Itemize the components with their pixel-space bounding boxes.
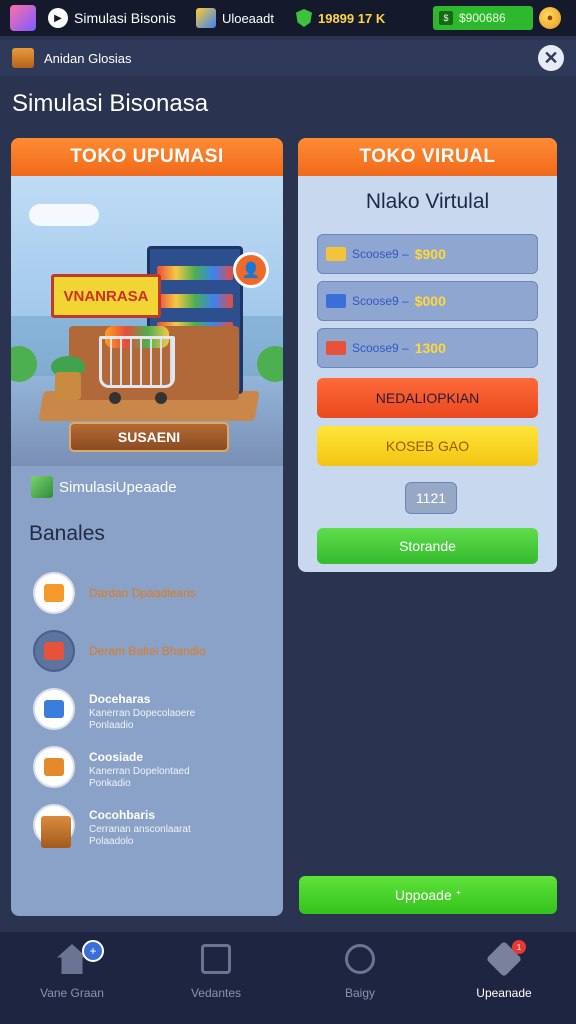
nav-item-home[interactable]: + Vane Graan (0, 932, 144, 1024)
upgrade-list: Dardan Dpaadlearis Deram Baltei Bhandio … (11, 564, 283, 854)
nav-item-upgrade[interactable]: 1 Upeanade (432, 932, 576, 1024)
page-title: Simulasi Bisonasa (12, 90, 209, 117)
item-title: Cocohbaris (89, 808, 156, 822)
coin-icon[interactable]: ● (539, 7, 561, 29)
item-icon (33, 572, 75, 614)
cash-icon: $ (439, 11, 453, 25)
price-row[interactable]: Scoose9 – $900 (317, 234, 538, 274)
nav-label: Upeanade (476, 986, 532, 1000)
item-icon (33, 746, 75, 788)
right-panel-header: TOKO VIRUAL (298, 138, 557, 176)
item-icon (33, 688, 75, 730)
clock-icon (345, 944, 375, 974)
bush-right (257, 346, 283, 382)
item-title: Deram Baltei Bhandio (89, 644, 206, 658)
price-value: $000 (414, 293, 446, 309)
list-item[interactable]: Deram Baltei Bhandio (11, 622, 283, 680)
item-title: Dardan Dpaadlearis (89, 586, 196, 600)
user-badge-icon[interactable]: 👤 (233, 252, 269, 288)
item-title: Doceharas (89, 692, 151, 706)
close-button[interactable]: ✕ (538, 45, 564, 71)
virtual-store-title: Nlako Virtulal (365, 190, 490, 213)
price-row[interactable]: Scoose9 – $000 (317, 281, 538, 321)
item-desc: Kanerran Dopelontaed Ponkadio (89, 766, 190, 789)
price-label: Scoose9 – (352, 247, 409, 261)
cloud-shape (29, 204, 99, 226)
nav-item-time[interactable]: Baigy (288, 932, 432, 1024)
plant-pot (55, 372, 81, 400)
gem-icon (195, 8, 216, 28)
item-desc: Kanerran Dopecolaoere Ponlaadio (89, 708, 196, 731)
user-name[interactable]: Uloeaadt (222, 11, 274, 26)
app-logo-icon (10, 5, 36, 31)
item-title: Coosiade (89, 750, 144, 764)
green-action-button[interactable]: Storande (317, 528, 538, 564)
bottom-navigation: + Vane Graan Vedantes Baigy 1 Upeanade (0, 932, 576, 1024)
crate-icon (12, 48, 34, 68)
store-upgrade-panel: TOKO UPUMASI VNANRASA 👤 SUSAENI Simulasi… (11, 138, 283, 916)
list-item[interactable]: Coosiade Kanerran Dopelontaed Ponkadio (11, 738, 283, 796)
breadcrumb: Anidan Glosias ✕ (0, 40, 576, 76)
breadcrumb-text: Anidan Glosias (44, 50, 132, 66)
shield-icon (295, 9, 312, 27)
small-counter-button[interactable]: 1121 (405, 482, 457, 514)
play-icon[interactable]: ▶ (48, 8, 68, 28)
item-icon (33, 630, 75, 672)
price-value: $900 (414, 246, 446, 262)
app-title: Simulasi Bisonis (74, 10, 176, 26)
simulation-label: SimulasiUpeaade (59, 478, 177, 496)
nav-label: Vedantes (190, 986, 242, 1000)
nav-item-stats[interactable]: Vedantes (144, 932, 288, 1024)
yellow-action-button[interactable]: KOSEB GAO (317, 426, 538, 466)
store-sign-button[interactable]: SUSAENI (69, 422, 229, 452)
section-title: Banales (29, 522, 105, 545)
box-icon (44, 642, 64, 660)
box-icon (44, 584, 64, 602)
shopping-cart-icon (99, 336, 175, 388)
left-panel-header: TOKO UPUMASI (11, 138, 283, 176)
list-item[interactable]: Doceharas Kanerran Dopecolaoere Ponlaadi… (11, 680, 283, 738)
simulation-upgrade-row[interactable]: SimulasiUpeaade (11, 466, 283, 508)
virtual-store-panel: TOKO VIRUAL Nlako Virtulal Scoose9 – $90… (298, 138, 557, 572)
cash-display[interactable]: $ $900686 (433, 6, 533, 30)
upgrade-button[interactable]: Uppoade ᐩ (299, 876, 557, 914)
list-item[interactable]: Dardan Dpaadlearis (11, 564, 283, 622)
shelf-goods (157, 294, 233, 308)
chart-icon (201, 944, 231, 974)
price-label: Scoose9 – (352, 294, 409, 308)
price-row[interactable]: Scoose9 – 1300 (317, 328, 538, 368)
product-icon (326, 341, 346, 355)
cart-wheel (109, 392, 121, 404)
cube-icon (31, 476, 53, 498)
nav-label: Baigy (344, 986, 376, 1000)
score-value: 19899 17 K (317, 10, 386, 26)
nav-badge: + (82, 940, 104, 962)
shelf-goods (157, 266, 233, 280)
price-value: 1300 (414, 340, 446, 356)
nav-label: Vane Graan (40, 986, 104, 1000)
red-action-button[interactable]: NEDALIOPKIAN (317, 378, 538, 418)
crate-icon[interactable] (41, 816, 71, 848)
price-label: Scoose9 – (352, 341, 409, 355)
nav-badge: 1 (512, 940, 526, 954)
cart-wheel (155, 392, 167, 404)
box-icon (44, 700, 64, 718)
store-illustration: VNANRASA 👤 SUSAENI (11, 176, 283, 466)
top-status-bar: ▶ Simulasi Bisonis Uloeaadt 19899 17 K $… (0, 0, 576, 36)
product-icon (326, 247, 346, 261)
product-icon (326, 294, 346, 308)
store-awning: VNANRASA (51, 274, 161, 318)
item-desc: Cerranan ansconlaarat Polaadolo (89, 824, 191, 847)
box-icon (44, 758, 64, 776)
cash-value: $900686 (459, 11, 506, 25)
